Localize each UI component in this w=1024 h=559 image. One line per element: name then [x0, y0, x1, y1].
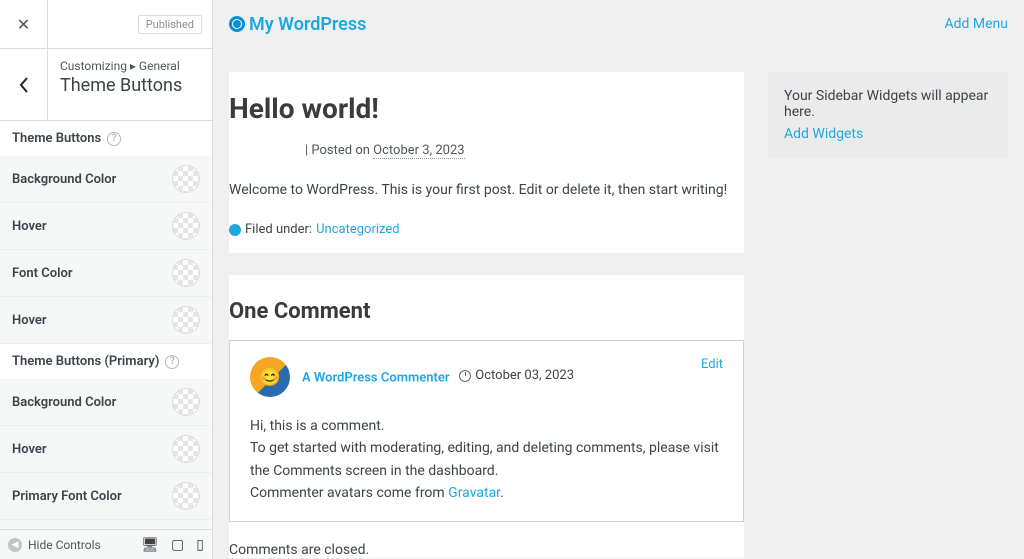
row-primary-font[interactable]: Primary Font Color	[0, 473, 212, 520]
desktop-icon[interactable]: 🖥	[141, 537, 159, 553]
color-swatch[interactable]	[172, 259, 200, 287]
category-link[interactable]: Uncategorized	[316, 222, 399, 237]
comment-line: To get started with moderating, editing,…	[250, 437, 723, 482]
post-meta: | Posted on October 3, 2023	[305, 143, 744, 158]
row-label: Background Color	[12, 395, 116, 410]
panel-top-bar: ✕ Published	[0, 0, 212, 49]
panel-heading: Customizing ▸ General Theme Buttons	[48, 49, 212, 120]
color-swatch[interactable]	[172, 165, 200, 193]
post-date[interactable]: October 3, 2023	[373, 143, 464, 159]
post-title: Hello world!	[229, 92, 744, 125]
site-brand[interactable]: My WordPress	[229, 14, 366, 35]
filed-under: Filed under: Uncategorized	[229, 222, 744, 237]
preview-body: Hello world! | Posted on October 3, 2023…	[213, 48, 1024, 559]
add-menu-link[interactable]: Add Menu	[945, 16, 1009, 32]
section-theme-buttons: Theme Buttons?	[0, 121, 212, 156]
gravatar-link[interactable]: Gravatar	[448, 485, 500, 501]
panel-sections: Theme Buttons? Background Color Hover Fo…	[0, 121, 212, 559]
commenter-link[interactable]: A WordPress Commenter	[302, 371, 450, 386]
comment-date: October 03, 2023	[459, 368, 574, 383]
site-title: My WordPress	[249, 14, 366, 35]
color-swatch[interactable]	[172, 482, 200, 510]
color-swatch[interactable]	[172, 212, 200, 240]
device-switcher: 🖥 ▢ ▯	[141, 537, 204, 553]
preview-header: My WordPress Add Menu	[213, 0, 1024, 48]
row-label: Background Color	[12, 172, 116, 187]
clock-icon	[459, 370, 471, 382]
close-button[interactable]: ✕	[0, 0, 48, 48]
panel-title: Theme Buttons	[60, 75, 200, 96]
edit-comment-link[interactable]: Edit	[701, 357, 723, 372]
section-theme-buttons-primary: Theme Buttons (Primary)?	[0, 344, 212, 379]
panel-header: Customizing ▸ General Theme Buttons	[0, 49, 212, 121]
color-swatch[interactable]	[172, 388, 200, 416]
preview-pane: My WordPress Add Menu Hello world! | Pos…	[213, 0, 1024, 559]
filed-label: Filed under:	[245, 222, 312, 237]
row-label: Hover	[12, 313, 47, 328]
row-hover[interactable]: Hover	[0, 203, 212, 250]
row-label: Primary Font Color	[12, 489, 122, 504]
row-label: Hover	[12, 219, 47, 234]
customizer-panel: ✕ Published Customizing ▸ General Theme …	[0, 0, 213, 559]
post: Hello world! | Posted on October 3, 2023…	[229, 72, 744, 558]
tablet-icon[interactable]: ▢	[171, 537, 184, 553]
row-background-color[interactable]: Background Color	[0, 156, 212, 203]
sidebar-column: Your Sidebar Widgets will appear here. A…	[768, 72, 1008, 535]
hide-controls-label: Hide Controls	[28, 538, 101, 552]
comment-header: A WordPress Commenter October 03, 2023	[250, 357, 723, 397]
row-label: Hover	[12, 442, 47, 457]
avatar	[250, 357, 290, 397]
comment-line: Commenter avatars come from	[250, 485, 448, 501]
color-swatch[interactable]	[172, 306, 200, 334]
comments-closed: Comments are closed.	[229, 542, 744, 558]
comment-line: Hi, this is a comment.	[250, 415, 723, 437]
section-label: Theme Buttons	[12, 131, 101, 146]
breadcrumb: Customizing ▸ General	[60, 59, 200, 73]
comment-body: Hi, this is a comment. To get started wi…	[250, 415, 723, 505]
category-icon	[229, 224, 241, 236]
back-button[interactable]	[0, 49, 48, 120]
divider	[228, 253, 745, 275]
wordpress-icon	[229, 16, 245, 32]
row-primary-hover[interactable]: Hover	[0, 426, 212, 473]
main-column: Hello world! | Posted on October 3, 2023…	[229, 72, 744, 535]
hide-controls-button[interactable]: ◀ Hide Controls	[8, 538, 101, 552]
widget-msg: Your Sidebar Widgets will appear here.	[784, 88, 992, 120]
help-icon[interactable]: ?	[107, 132, 121, 146]
chevron-left-icon: ◀	[8, 538, 22, 552]
row-font-color[interactable]: Font Color	[0, 250, 212, 297]
color-swatch[interactable]	[172, 435, 200, 463]
status-badge: Published	[138, 15, 202, 34]
comment-date-text: October 03, 2023	[475, 368, 574, 383]
panel-top-right: Published	[48, 0, 212, 48]
mobile-icon[interactable]: ▯	[196, 537, 204, 553]
panel-footer: ◀ Hide Controls 🖥 ▢ ▯	[0, 529, 212, 559]
widget-placeholder: Your Sidebar Widgets will appear here. A…	[768, 72, 1008, 158]
meta-prefix: | Posted on	[305, 143, 373, 158]
section-label: Theme Buttons (Primary)	[12, 354, 159, 369]
row-label: Font Color	[12, 266, 73, 281]
comment: Edit A WordPress Commenter October 03, 2…	[229, 340, 744, 522]
add-widgets-link[interactable]: Add Widgets	[784, 126, 992, 142]
comments-heading: One Comment	[229, 299, 744, 324]
row-primary-bg[interactable]: Background Color	[0, 379, 212, 426]
row-hover-2[interactable]: Hover	[0, 297, 212, 344]
help-icon[interactable]: ?	[165, 355, 179, 369]
post-body: Welcome to WordPress. This is your first…	[229, 182, 744, 198]
